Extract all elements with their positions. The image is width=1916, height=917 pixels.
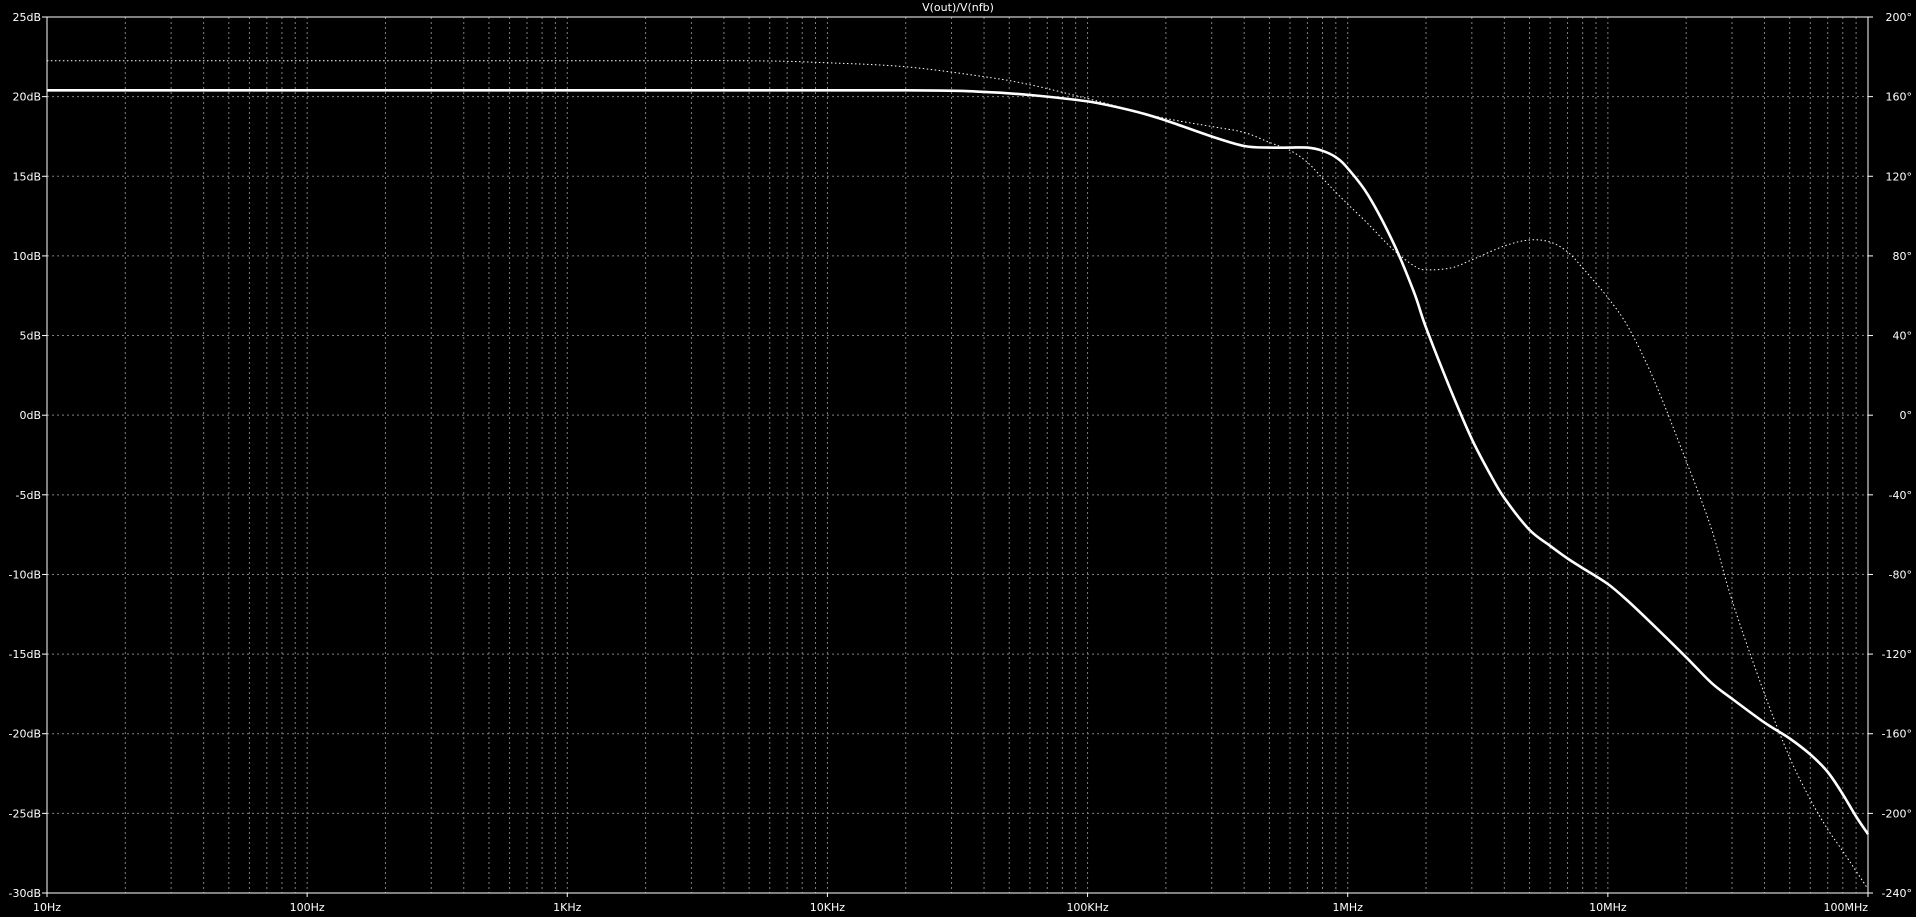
y-left-tick-label: 10dB: [12, 250, 41, 263]
x-tick-label: 100Hz: [290, 901, 325, 914]
y-left-tick-label: -25dB: [9, 807, 42, 820]
x-tick-label: 10KHz: [810, 901, 845, 914]
y-left-tick-label: -5dB: [16, 489, 42, 502]
y-left-tick-label: 15dB: [12, 170, 41, 183]
y-left-tick-label: -15dB: [9, 648, 42, 661]
chart-title: V(out)/V(nfb): [922, 1, 994, 14]
y-right-tick-label: -160°: [1882, 728, 1912, 741]
x-tick-label: 100MHz: [1823, 901, 1868, 914]
plot-background: [0, 0, 1916, 917]
y-left-tick-label: -10dB: [9, 568, 42, 581]
y-left-tick-label: 20dB: [12, 91, 41, 104]
y-left-tick-label: -20dB: [9, 728, 42, 741]
x-tick-label: 10Hz: [33, 901, 61, 914]
x-tick-label: 1MHz: [1332, 901, 1363, 914]
y-right-tick-label: 120°: [1886, 170, 1913, 183]
y-right-tick-label: 160°: [1886, 91, 1913, 104]
y-right-tick-label: -200°: [1882, 807, 1912, 820]
y-left-tick-label: 5dB: [19, 330, 41, 343]
bode-plot: 10Hz 100Hz 1KHz 10KHz 100KHz 1MHz 10MHz 100MHz 2…: [0, 0, 1916, 917]
y-left-tick-label: 0dB: [19, 409, 41, 422]
y-left-tick-label: 25dB: [12, 11, 41, 24]
x-tick-label: 100KHz: [1066, 901, 1108, 914]
y-right-tick-label: 40°: [1893, 330, 1913, 343]
y-right-tick-label: 80°: [1893, 250, 1913, 263]
y-right-tick-label: 200°: [1886, 11, 1913, 24]
x-tick-label: 1KHz: [553, 901, 581, 914]
y-right-tick-label: -80°: [1889, 568, 1912, 581]
y-right-tick-label: -40°: [1889, 489, 1912, 502]
y-right-tick-label: -120°: [1882, 648, 1912, 661]
y-left-tick-label: -30dB: [9, 887, 42, 900]
y-right-tick-label: -240°: [1882, 887, 1912, 900]
x-tick-label: 10MHz: [1589, 901, 1627, 914]
y-right-tick-label: 0°: [1900, 409, 1913, 422]
